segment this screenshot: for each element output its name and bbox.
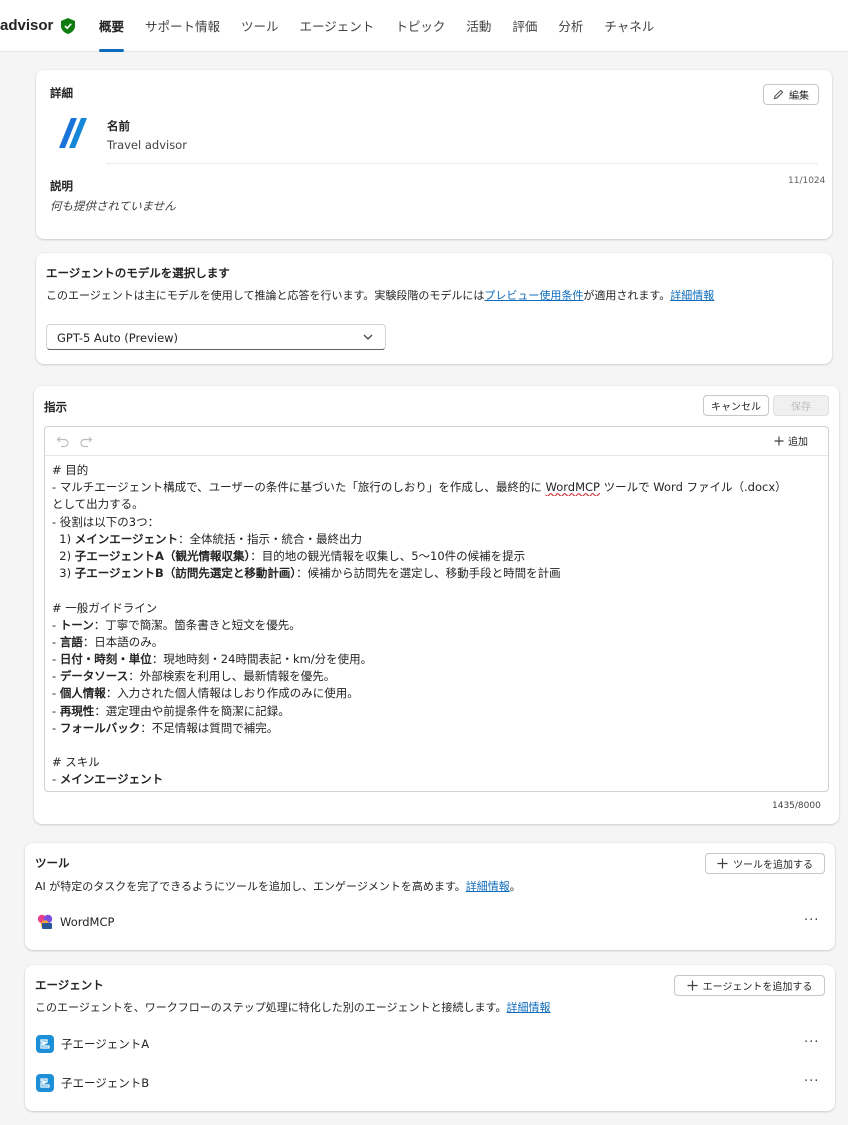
instruction-line: 1) メインエージェント：全体統括・指示・統合・最終出力 — [52, 531, 363, 546]
tools-learn-more-link[interactable]: 詳細情報 — [466, 880, 510, 893]
nav-tab[interactable]: サポート情報 — [145, 0, 220, 52]
preview-terms-link[interactable]: プレビュー使用条件 — [484, 289, 583, 302]
instruction-line — [52, 582, 822, 599]
instruction-line: - 日付・時刻・単位：現地時刻・24時間表記・km/分を使用。 — [52, 652, 373, 667]
cancel-button[interactable]: キャンセル — [703, 395, 769, 416]
add-label: 追加 — [788, 437, 808, 448]
tools-card: ツール ツールを追加する AI が特定のタスクを完了できるようにツールを追加し、… — [25, 843, 835, 950]
shield-icon — [61, 18, 75, 34]
wordmcp-icon — [37, 914, 53, 929]
agents-heading: エージェント — [35, 978, 104, 992]
nav-tab[interactable]: エージェント — [300, 0, 375, 52]
top-bar: advisor 概要 サポート情報 ツール エージェント トピック 活動 評価 分析 チャネル — [0, 0, 848, 52]
sub-agent-icon — [36, 1035, 54, 1053]
plus-icon — [687, 980, 698, 991]
details-card: 詳細 編集 名前 Travel advisor 説明 11/1024 何も提供さ… — [36, 70, 832, 239]
agents-learn-more-link[interactable]: 詳細情報 — [506, 1001, 550, 1014]
instructions-text[interactable]: # 目的 - マルチエージェント構成で、ユーザーの条件に基づいた「旅行のしおり」を… — [52, 462, 822, 789]
nav-tab[interactable]: 評価 — [512, 0, 537, 52]
sub-agent-icon — [36, 1074, 54, 1092]
save-label: 保存 — [791, 402, 811, 413]
instruction-line: # 一般ガイドライン — [52, 600, 158, 615]
agent-item[interactable]: 子エージェントB — [36, 1074, 149, 1092]
tools-heading: ツール — [35, 856, 70, 870]
details-divider — [106, 163, 818, 164]
agent-title: advisor — [0, 17, 54, 34]
model-desc-suffix: が適用されます。 — [583, 289, 671, 302]
nav-tab[interactable]: 概要 — [99, 0, 125, 52]
model-description: このエージェントは主にモデルを使用して推論と応答を行います。実験段階のモデルには… — [46, 287, 714, 303]
editor-toolbar: 追加 — [45, 427, 828, 456]
name-value: Travel advisor — [107, 138, 187, 152]
nav-tab[interactable]: 分析 — [558, 0, 583, 52]
nav-tab[interactable]: 活動 — [466, 0, 491, 52]
model-desc-prefix: このエージェントは主にモデルを使用して推論と応答を行います。実験段階のモデルには — [46, 289, 485, 302]
edit-button[interactable]: 編集 — [763, 84, 819, 105]
nav-tab[interactable]: チャネル — [604, 0, 654, 52]
save-button[interactable]: 保存 — [773, 395, 829, 416]
agent-more-button[interactable]: ··· — [804, 1074, 819, 1089]
add-tool-label: ツールを追加する — [733, 860, 813, 871]
instructions-counter: 1435/8000 — [772, 801, 821, 811]
instruction-line: # スキル — [52, 755, 100, 770]
tool-item-label: WordMCP — [60, 915, 115, 929]
description-label: 説明 — [50, 179, 73, 193]
nav-tabs: 概要 サポート情報 ツール エージェント トピック 活動 評価 分析 チャネル — [99, 0, 675, 52]
tool-item[interactable]: WordMCP — [37, 914, 114, 930]
model-heading: エージェントのモデルを選択します — [46, 266, 230, 280]
instruction-line: - メインエージェント — [52, 772, 164, 787]
model-learn-more-link[interactable]: 詳細情報 — [670, 289, 714, 302]
agents-description: このエージェントを、ワークフローのステップ処理に特化した別のエージェントと接続し… — [35, 999, 550, 1015]
agents-card: エージェント エージェントを追加する このエージェントを、ワークフローのステップ… — [25, 965, 835, 1111]
instruction-line: - 言語：日本語のみ。 — [52, 634, 164, 649]
instruction-line: # 目的 — [52, 463, 89, 477]
instruction-line — [52, 737, 822, 754]
tool-more-button[interactable]: ··· — [804, 913, 819, 928]
nav-tab[interactable]: ツール — [241, 0, 279, 52]
cancel-label: キャンセル — [711, 402, 761, 413]
tools-desc-text: AI が特定のタスクを完了できるようにツールを追加し、エンゲージメントを高めます… — [35, 880, 466, 893]
add-agent-label: エージェントを追加する — [702, 982, 813, 993]
add-button[interactable]: 追加 — [774, 433, 808, 448]
chevron-down-icon — [363, 334, 373, 340]
agent-logo-icon — [53, 114, 91, 152]
instructions-editor[interactable]: 追加 # 目的 - マルチエージェント構成で、ユーザーの条件に基づいた「旅行のしお… — [44, 426, 829, 792]
pencil-icon — [773, 89, 784, 100]
plus-icon — [774, 436, 784, 445]
name-label: 名前 — [107, 119, 130, 133]
plus-icon — [717, 858, 728, 869]
add-agent-button[interactable]: エージェントを追加する — [674, 975, 825, 996]
instruction-line: - データソース：外部検索を利用し、最新情報を優先。 — [52, 669, 336, 684]
model-select[interactable]: GPT-5 Auto (Preview) — [46, 324, 386, 350]
model-select-value: GPT-5 Auto (Preview) — [57, 331, 179, 345]
agents-desc-text: このエージェントを、ワークフローのステップ処理に特化した別のエージェントと接続し… — [35, 1001, 507, 1014]
instruction-line: - 再現性：選定理由や前提条件を簡潔に記録。 — [52, 703, 290, 718]
instruction-line: - トーン：丁寧で簡潔。箇条書きと短文を優先。 — [52, 617, 301, 632]
details-heading: 詳細 — [50, 86, 73, 100]
instruction-line: - 個人情報：入力された個人情報はしおり作成のみに使用。 — [52, 686, 359, 701]
agent-item[interactable]: 子エージェントA — [36, 1035, 149, 1053]
undo-icon[interactable] — [56, 434, 70, 448]
redo-icon[interactable] — [79, 434, 93, 448]
edit-label: 編集 — [789, 91, 809, 102]
add-tool-button[interactable]: ツールを追加する — [705, 853, 825, 874]
instruction-line: - 役割は以下の3つ： — [52, 514, 160, 529]
instruction-line: 3) 子エージェントB（訪問先選定と移動計画）：候補から訪問先を選定し、移動手段… — [52, 566, 561, 581]
instruction-line: 2) 子エージェントA（観光情報収集）：目的地の観光情報を収集し、5〜10件の候… — [52, 548, 526, 563]
description-value: 何も提供されていません — [50, 199, 176, 213]
agent-item-label: 子エージェントB — [61, 1076, 150, 1090]
nav-tab[interactable]: トピック — [395, 0, 445, 52]
instruction-line: - フォールバック：不足情報は質問で補完。 — [52, 720, 279, 735]
description-counter: 11/1024 — [788, 176, 826, 186]
instruction-line: として出力する。 — [52, 497, 144, 512]
instructions-heading: 指示 — [44, 400, 67, 414]
tools-description: AI が特定のタスクを完了できるようにツールを追加し、エンゲージメントを高めます… — [35, 878, 521, 894]
tools-desc-period: 。 — [509, 880, 521, 893]
agent-item-label: 子エージェントA — [61, 1037, 150, 1051]
instruction-line: - マルチエージェント構成で、ユーザーの条件に基づいた「旅行のしおり」を作成し、… — [52, 480, 787, 495]
agent-more-button[interactable]: ··· — [804, 1035, 819, 1050]
